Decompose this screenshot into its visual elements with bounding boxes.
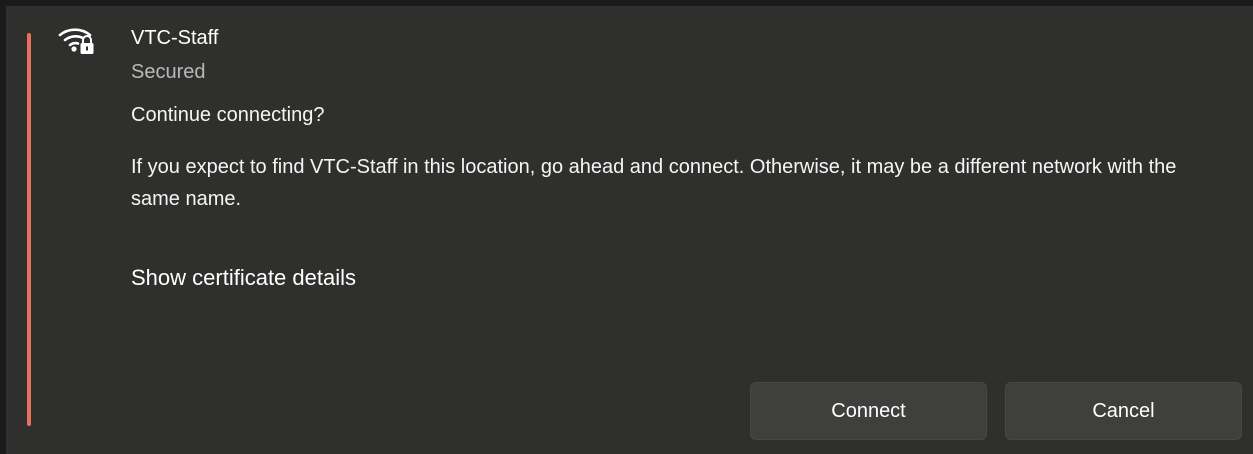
- wifi-secured-icon: [57, 24, 97, 58]
- connect-button[interactable]: Connect: [750, 382, 987, 440]
- network-name: VTC-Staff: [131, 27, 219, 49]
- network-status: Secured: [131, 61, 206, 83]
- cancel-button[interactable]: Cancel: [1005, 382, 1242, 440]
- warning-message: If you expect to find VTC-Staff in this …: [131, 156, 1177, 210]
- continue-question: Continue connecting?: [131, 104, 325, 126]
- show-certificate-details-link[interactable]: Show certificate details: [131, 262, 356, 294]
- selection-accent-bar: [27, 33, 31, 426]
